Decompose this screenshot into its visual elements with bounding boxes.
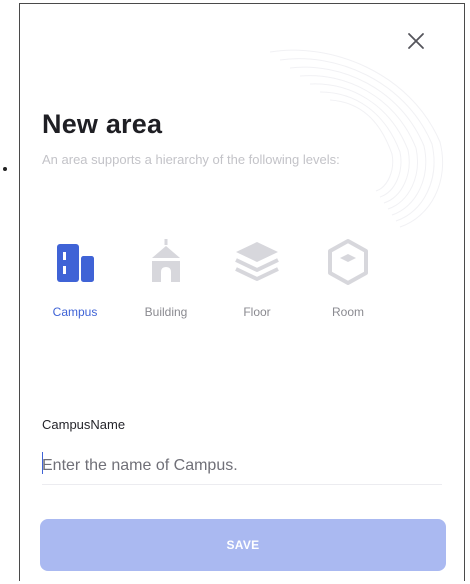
- room-icon: [328, 239, 368, 285]
- dialog-title: New area: [42, 109, 163, 139]
- level-option-building[interactable]: Building: [131, 236, 201, 326]
- floor-icon: [235, 242, 279, 281]
- text-cursor: [42, 452, 43, 474]
- level-label-building: Building: [144, 305, 188, 319]
- level-selector: Campus Building Floor Room: [40, 236, 380, 326]
- level-option-room[interactable]: Room: [313, 236, 383, 326]
- campus-name-label: CampusName: [42, 417, 126, 432]
- level-option-floor[interactable]: Floor: [222, 236, 292, 326]
- campus-icon: [57, 244, 94, 282]
- bullet-dot: [3, 167, 7, 171]
- close-icon: [408, 33, 424, 49]
- building-icon: [152, 239, 180, 282]
- close-button[interactable]: [402, 27, 430, 55]
- level-label-floor: Floor: [243, 305, 271, 319]
- level-label-campus: Campus: [52, 305, 98, 319]
- level-label-room: Room: [331, 305, 364, 319]
- level-option-campus[interactable]: Campus: [40, 236, 110, 326]
- save-button[interactable]: SAVE: [40, 519, 446, 571]
- dialog-subtitle: An area supports a hierarchy of the foll…: [42, 152, 340, 167]
- new-area-dialog: New area An area supports a hierarchy of…: [19, 3, 465, 581]
- decorative-rings-graphic: [269, 49, 444, 228]
- campus-name-input[interactable]: [42, 448, 442, 485]
